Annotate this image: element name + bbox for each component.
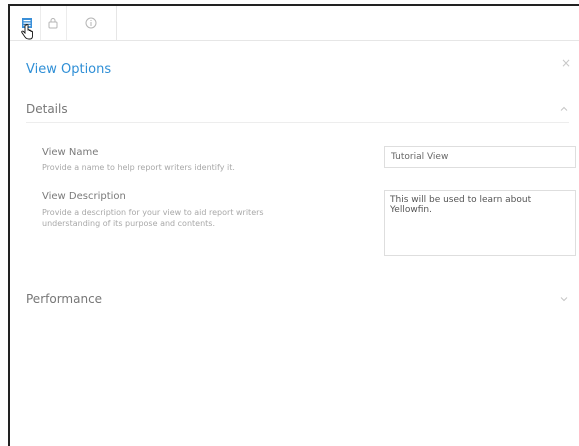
chevron-down-icon <box>560 297 568 302</box>
close-icon[interactable]: × <box>561 56 571 70</box>
performance-heading: Performance <box>26 292 103 306</box>
info-icon <box>85 17 97 29</box>
view-description-help-line-2: understanding of its purpose and content… <box>42 219 215 228</box>
performance-section-header[interactable]: Performance <box>26 286 569 312</box>
tab-bar <box>10 6 579 41</box>
view-description-label: View Description <box>42 191 126 202</box>
hand-cursor-icon <box>21 24 33 40</box>
view-description-help-line-1: Provide a description for your view to a… <box>42 208 264 217</box>
lock-icon <box>48 18 58 29</box>
details-heading: Details <box>26 102 68 116</box>
view-description-help: Provide a description for your view to a… <box>42 207 362 229</box>
tab-info[interactable] <box>66 6 117 40</box>
panel-title: View Options <box>26 62 112 77</box>
view-name-input[interactable] <box>384 146 576 168</box>
chevron-up-icon <box>560 106 568 111</box>
details-section-header[interactable]: Details <box>26 96 569 123</box>
view-name-help: Provide a name to help report writers id… <box>42 163 235 172</box>
view-options-panel: View Options × Details View Name Provide… <box>8 4 579 446</box>
view-description-textarea[interactable]: This will be used to learn about Yellowf… <box>384 190 576 256</box>
view-name-label: View Name <box>42 147 99 158</box>
tab-access[interactable] <box>40 6 67 40</box>
